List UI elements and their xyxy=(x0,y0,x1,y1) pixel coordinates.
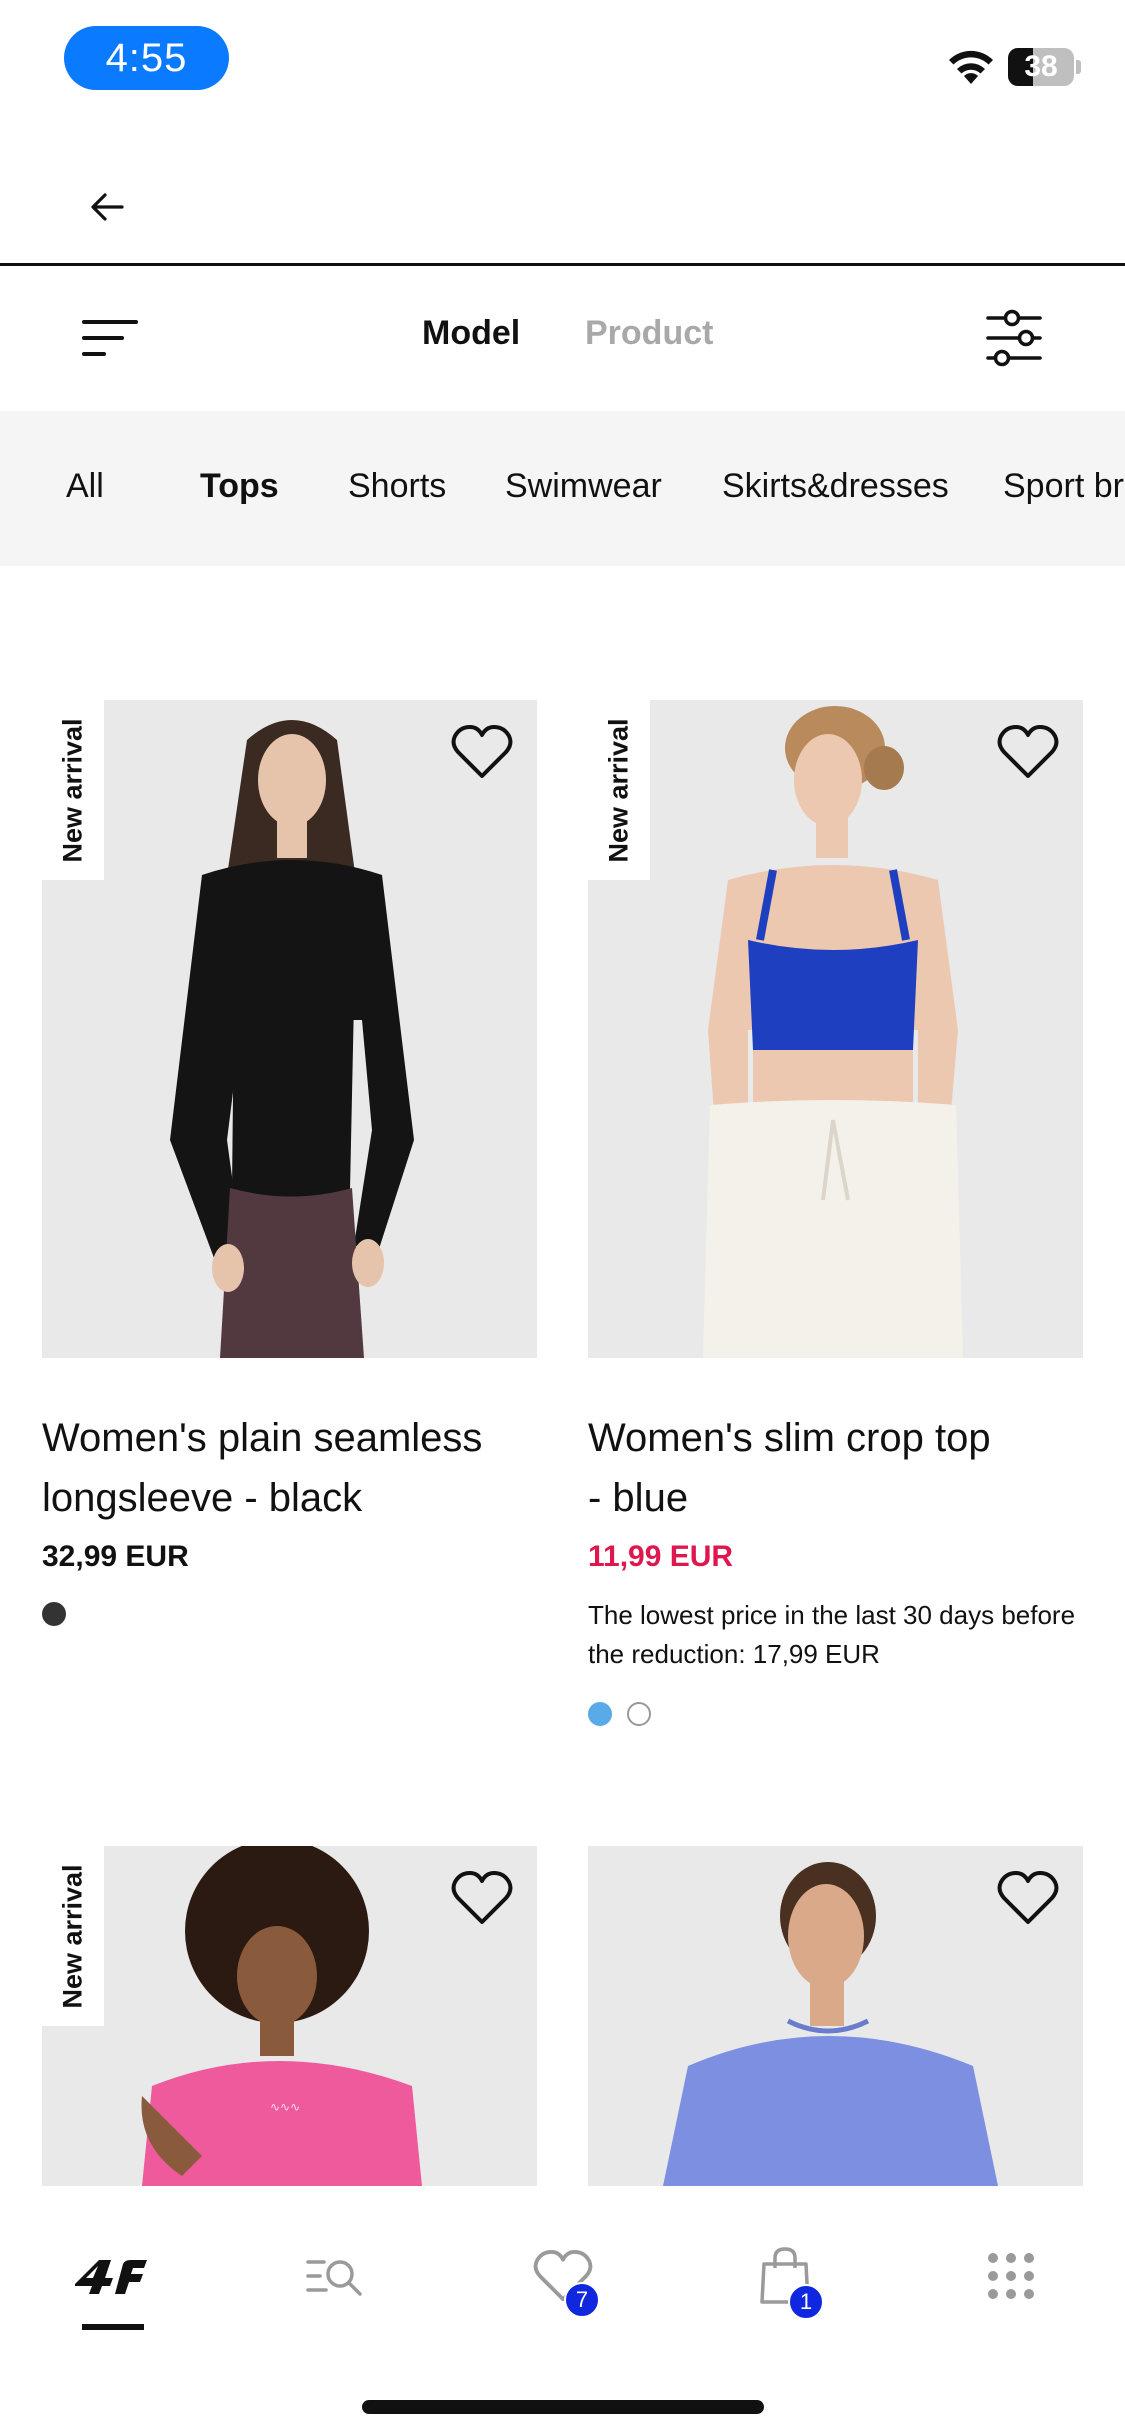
tab-product[interactable]: Product xyxy=(585,314,713,353)
product-card[interactable]: New arrival Women's slim crop top - blue… xyxy=(588,700,1083,1726)
new-arrival-badge: New arrival xyxy=(42,700,104,880)
category-bar: All Tops Shorts Swimwear Skirts&dresses … xyxy=(0,411,1125,566)
nav-home[interactable] xyxy=(66,2236,156,2316)
category-skirts-dresses[interactable]: Skirts&dresses xyxy=(722,467,949,506)
nav-cart[interactable]: 1 xyxy=(740,2236,830,2320)
color-swatches xyxy=(42,1602,537,1626)
category-swimwear[interactable]: Swimwear xyxy=(505,467,662,506)
cart-count-badge: 1 xyxy=(788,2284,824,2320)
nav-menu[interactable] xyxy=(966,2236,1056,2316)
category-sport-bras[interactable]: Sport br xyxy=(1003,467,1124,506)
battery-icon: 38 xyxy=(1008,48,1074,86)
nav-search[interactable] xyxy=(290,2236,380,2316)
grid-dots-icon xyxy=(988,2253,1034,2299)
product-title[interactable]: Women's plain seamless longsleeve - blac… xyxy=(42,1408,537,1528)
bottom-nav: 7 1 xyxy=(0,2186,1125,2436)
svg-text:∿∿∿: ∿∿∿ xyxy=(270,2100,300,2114)
color-swatch[interactable] xyxy=(42,1602,66,1626)
heart-icon[interactable] xyxy=(451,724,513,780)
product-card[interactable] xyxy=(588,1846,1083,2186)
search-list-icon xyxy=(306,2260,362,2296)
filter-sliders-icon[interactable] xyxy=(984,308,1044,368)
status-time: 4:55 xyxy=(64,26,229,90)
new-arrival-badge: New arrival xyxy=(588,700,650,880)
back-button[interactable] xyxy=(82,182,132,232)
product-image[interactable] xyxy=(588,1846,1083,2186)
nav-wishlist[interactable]: 7 xyxy=(518,2236,608,2318)
heart-icon[interactable] xyxy=(451,1870,513,1926)
product-image[interactable]: ∿∿∿ New arrival xyxy=(42,1846,537,2186)
product-image[interactable]: New arrival xyxy=(42,700,537,1358)
heart-icon[interactable] xyxy=(997,1870,1059,1926)
category-shorts[interactable]: Shorts xyxy=(348,467,446,506)
arrow-left-icon xyxy=(91,193,124,221)
battery-percent: 38 xyxy=(1024,50,1058,83)
color-swatches xyxy=(588,1702,1083,1726)
tab-model[interactable]: Model xyxy=(422,314,520,353)
product-image[interactable]: New arrival xyxy=(588,700,1083,1358)
4f-logo-icon xyxy=(75,2260,147,2294)
new-arrival-badge: New arrival xyxy=(42,1846,104,2026)
product-price: 32,99 EUR xyxy=(42,1540,189,1573)
product-card[interactable]: ∿∿∿ New arrival xyxy=(42,1846,537,2186)
home-indicator xyxy=(362,2400,764,2414)
product-title[interactable]: Women's slim crop top - blue xyxy=(588,1408,1083,1528)
lowest-price-note: The lowest price in the last 30 days bef… xyxy=(588,1600,1076,1669)
model-photo xyxy=(703,706,963,1358)
wishlist-count-badge: 7 xyxy=(564,2282,600,2318)
wifi-icon xyxy=(949,50,993,84)
nav-active-indicator xyxy=(82,2324,144,2330)
heart-icon[interactable] xyxy=(997,724,1059,780)
product-sale-price: 11,99 EUR xyxy=(588,1540,734,1573)
listing-toolbar: Model Product xyxy=(0,266,1125,411)
product-card[interactable]: New arrival Women's plain seamless longs… xyxy=(42,700,537,1626)
category-tops[interactable]: Tops xyxy=(200,467,279,506)
status-bar: 4:55 38 xyxy=(0,0,1125,120)
model-photo xyxy=(170,720,414,1358)
battery-tip xyxy=(1076,60,1081,74)
sort-icon[interactable] xyxy=(80,316,140,361)
color-swatch[interactable] xyxy=(588,1702,612,1726)
color-swatch[interactable] xyxy=(627,1702,651,1726)
category-all[interactable]: All xyxy=(66,467,104,506)
